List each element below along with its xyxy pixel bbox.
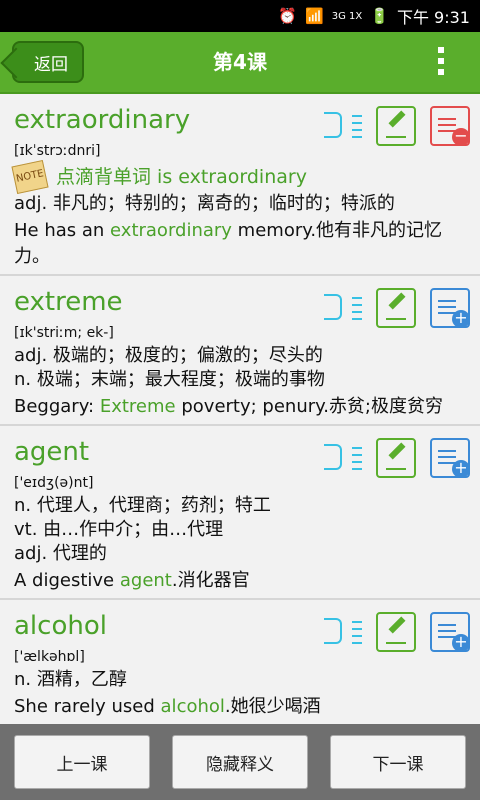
- edit-note-icon[interactable]: [376, 288, 416, 328]
- add-to-wordbook-icon[interactable]: +: [430, 288, 470, 328]
- alarm-icon: ⏰: [278, 7, 298, 25]
- status-time: 下午 9:31: [396, 8, 470, 27]
- note-text: 点滴背单词 is extraordinary: [56, 166, 307, 188]
- network-indicator: 3G 1X: [331, 10, 363, 22]
- example-sentence: A digestive agent.消化器官: [14, 570, 250, 591]
- definition: adj. 非凡的；特别的；离奇的；临时的；特派的: [14, 193, 395, 214]
- word-entry: extraordinary [ɪkˈstrɔːdnri] NOTE 点滴背单词 …: [0, 94, 480, 276]
- speaker-icon[interactable]: [322, 288, 362, 328]
- definition: n. 极端；末端；最大程度；极端的事物: [14, 369, 325, 390]
- definition: adj. 代理的: [14, 543, 107, 564]
- add-to-wordbook-icon[interactable]: +: [430, 438, 470, 478]
- remove-from-wordbook-icon[interactable]: −: [430, 106, 470, 146]
- bottom-toolbar: 上一课 隐藏释义 下一课: [0, 724, 480, 800]
- prev-lesson-button[interactable]: 上一课: [14, 735, 150, 789]
- example-sentence: He has an extraordinary memory.他有非凡的记忆力。: [14, 220, 443, 267]
- app-bar: 返回 第4课: [0, 32, 480, 94]
- wifi-icon: 📶: [305, 7, 324, 25]
- word-entry: extreme [ɪk'striːm; ek-] adj. 极端的；极度的；偏激…: [0, 276, 480, 426]
- status-bar: ⏰ 📶 3G 1X 🔋 下午 9:31: [0, 0, 480, 32]
- edit-note-icon[interactable]: [376, 106, 416, 146]
- hide-definitions-button[interactable]: 隐藏释义: [172, 735, 308, 789]
- overflow-menu-icon[interactable]: [438, 47, 444, 80]
- speaker-icon[interactable]: [322, 438, 362, 478]
- note-line: NOTE 点滴背单词 is extraordinary: [11, 159, 466, 195]
- definition: n. 代理人，代理商；药剂；特工: [14, 495, 271, 516]
- definition: n. 酒精，乙醇: [14, 669, 127, 690]
- speaker-icon[interactable]: [322, 106, 362, 146]
- word-list[interactable]: extraordinary [ɪkˈstrɔːdnri] NOTE 点滴背单词 …: [0, 94, 480, 724]
- edit-note-icon[interactable]: [376, 438, 416, 478]
- example-sentence: She rarely used alcohol.她很少喝酒: [14, 696, 321, 717]
- note-icon: NOTE: [11, 159, 49, 195]
- next-lesson-button[interactable]: 下一课: [330, 735, 466, 789]
- definition: vt. 由…作中介；由…代理: [14, 519, 224, 540]
- example-sentence: Beggary: Extreme poverty; penury.赤贫;极度贫穷: [14, 396, 443, 417]
- edit-note-icon[interactable]: [376, 612, 416, 652]
- word-entry: alcohol ['ælkəhɒl] n. 酒精，乙醇 She rarely u…: [0, 600, 480, 724]
- definition: adj. 极端的；极度的；偏激的；尽头的: [14, 345, 323, 366]
- battery-icon: 🔋: [370, 7, 389, 25]
- word-entry: agent ['eɪdʒ(ə)nt] n. 代理人，代理商；药剂；特工 vt. …: [0, 426, 480, 600]
- add-to-wordbook-icon[interactable]: +: [430, 612, 470, 652]
- speaker-icon[interactable]: [322, 612, 362, 652]
- page-title: 第4课: [213, 50, 267, 74]
